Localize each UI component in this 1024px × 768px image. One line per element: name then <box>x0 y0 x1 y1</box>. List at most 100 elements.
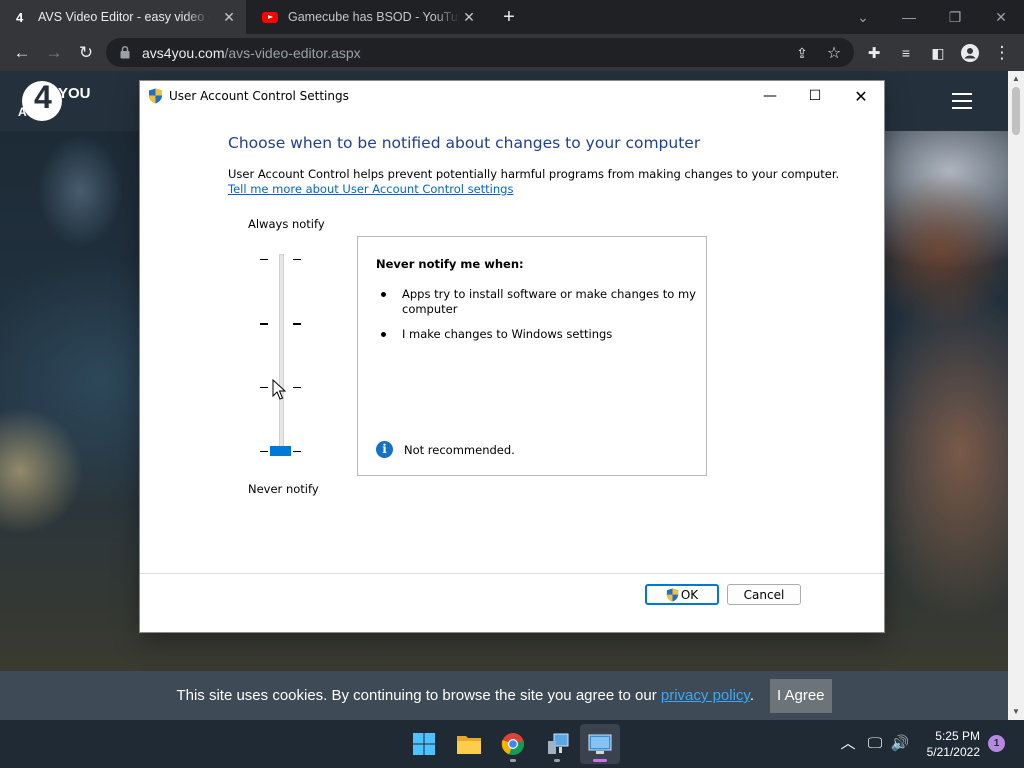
logo-text-avs: AVS <box>18 105 42 119</box>
cookie-banner: This site uses cookies. By continuing to… <box>0 671 1008 720</box>
info-icon: i <box>376 441 393 458</box>
scroll-down-icon[interactable]: ▼ <box>1012 707 1020 716</box>
close-tab-icon[interactable]: ✕ <box>462 10 476 24</box>
slider-tick <box>293 451 301 452</box>
ok-button[interactable]: OK <box>645 584 719 605</box>
agree-button[interactable]: I Agree <box>769 678 832 713</box>
page-scrollbar[interactable]: ▲ ▼ <box>1008 71 1024 720</box>
system-clock[interactable]: 5:25 PM 5/21/2022 <box>916 728 980 760</box>
tab-title: Gamecube has BSOD - YouTube <box>288 10 460 24</box>
url-host: avs4you.com <box>142 45 225 61</box>
tab-search-icon[interactable]: ⌄ <box>840 0 886 34</box>
dialog-title: User Account Control Settings <box>169 89 349 103</box>
show-hidden-icons-chevron-icon[interactable]: ︿ <box>838 734 858 754</box>
taskbar-file-explorer[interactable] <box>449 724 489 764</box>
taskbar-chrome[interactable] <box>493 724 533 764</box>
dialog-description: User Account Control helps prevent poten… <box>228 167 840 181</box>
chrome-icon <box>501 733 524 756</box>
dialog-titlebar[interactable]: User Account Control Settings — ☐ ✕ <box>140 81 884 111</box>
tab-avs-video-editor[interactable]: 4 AVS Video Editor - easy video editing … <box>0 0 246 34</box>
address-bar[interactable]: avs4you.com/avs-video-editor.aspx ⇪ ☆ <box>106 38 854 67</box>
slider-tick <box>293 387 301 388</box>
extensions-puzzle-icon[interactable]: ✚ <box>862 41 886 65</box>
hamburger-menu-icon[interactable] <box>952 93 972 109</box>
uac-settings-icon <box>588 734 612 754</box>
footer-divider <box>140 573 884 574</box>
tab-title: AVS Video Editor - easy video editing so… <box>38 10 210 24</box>
forward-arrow-icon[interactable]: → <box>42 41 66 65</box>
running-indicator <box>510 759 516 762</box>
slider-tick <box>260 451 268 452</box>
back-arrow-icon[interactable]: ← <box>10 41 34 65</box>
taskbar-control-panel[interactable] <box>537 724 577 764</box>
lock-icon <box>120 46 130 59</box>
panel-title: Never notify me when: <box>376 257 524 271</box>
close-icon[interactable]: ✕ <box>838 81 884 111</box>
maximize-icon[interactable]: ☐ <box>792 81 838 111</box>
uac-shield-icon <box>666 588 678 601</box>
close-window-icon[interactable]: ✕ <box>978 0 1024 34</box>
bookmark-star-icon[interactable]: ☆ <box>822 41 846 65</box>
panel-list: Apps try to install software or make cha… <box>376 287 696 352</box>
start-button[interactable] <box>404 724 444 764</box>
slider-thumb[interactable] <box>270 446 291 456</box>
slider-tick <box>260 387 268 388</box>
minimize-icon[interactable]: — <box>747 81 793 111</box>
active-indicator <box>593 759 607 762</box>
cookie-text: This site uses cookies. By continuing to… <box>176 687 754 704</box>
slider-tick <box>260 259 268 260</box>
profile-icon[interactable] <box>958 41 982 65</box>
scroll-thumb[interactable] <box>1012 87 1020 135</box>
browser-toolbar: ← → ↻ avs4you.com/avs-video-editor.aspx … <box>0 34 1024 71</box>
notification-badge[interactable]: 1 <box>988 735 1005 752</box>
ok-label: OK <box>680 587 699 602</box>
dialog-heading: Choose when to be notified about changes… <box>228 134 701 152</box>
start-icon <box>413 733 435 755</box>
recommendation-note: i Not recommended. <box>376 441 515 458</box>
url-text: avs4you.com/avs-video-editor.aspx <box>142 45 361 61</box>
list-item: Apps try to install software or make cha… <box>376 287 696 317</box>
slider-tick <box>293 323 301 325</box>
running-indicator <box>554 759 560 762</box>
network-icon[interactable]: 🖵 <box>865 734 885 754</box>
control-panel-icon <box>548 733 569 754</box>
minimize-icon[interactable]: — <box>886 0 932 34</box>
mouse-cursor-icon <box>272 379 286 400</box>
cookie-end: . <box>749 687 754 704</box>
slider-tick <box>260 323 268 325</box>
restore-icon[interactable]: ❐ <box>932 0 978 34</box>
logo-text-you: YOU <box>58 85 91 102</box>
cancel-button[interactable]: Cancel <box>727 584 801 605</box>
slider-bottom-label: Never notify <box>248 482 319 496</box>
level-description-panel: Never notify me when: Apps try to instal… <box>357 236 707 476</box>
privacy-policy-link[interactable]: privacy policy <box>661 687 750 704</box>
menu-kebab-icon[interactable]: ⋮ <box>990 41 1014 65</box>
notification-level-slider[interactable] <box>279 254 284 454</box>
note-text: Not recommended. <box>404 442 515 457</box>
reload-icon[interactable]: ↻ <box>74 41 98 65</box>
file-explorer-icon <box>457 736 481 754</box>
list-item: I make changes to Windows settings <box>376 327 696 342</box>
learn-more-link[interactable]: Tell me more about User Account Control … <box>228 182 513 196</box>
profile-avatar-icon <box>961 44 979 62</box>
tab-strip: 4 AVS Video Editor - easy video editing … <box>0 0 1024 34</box>
tab-youtube[interactable]: Gamecube has BSOD - YouTube ✕ <box>246 0 486 34</box>
close-tab-icon[interactable]: ✕ <box>222 10 236 24</box>
slider-top-label: Always notify <box>248 217 325 231</box>
slider-tick <box>293 259 301 260</box>
avs4you-logo[interactable]: 4 YOU AVS <box>18 79 91 125</box>
new-tab-button[interactable]: + <box>499 7 519 27</box>
share-icon[interactable]: ⇪ <box>790 41 814 65</box>
clock-date: 5/21/2022 <box>926 745 980 759</box>
clock-time: 5:25 PM <box>935 729 980 743</box>
media-control-icon[interactable]: ≡ <box>894 41 918 65</box>
volume-icon[interactable]: 🔊 <box>890 734 910 754</box>
windows-taskbar: ︿ 🖵 🔊 5:25 PM 5/21/2022 1 <box>0 720 1024 768</box>
side-panel-icon[interactable]: ◧ <box>926 41 950 65</box>
youtube-icon <box>262 11 278 23</box>
taskbar-uac-settings[interactable] <box>580 724 620 764</box>
avs-icon: 4 <box>16 10 24 25</box>
scroll-up-icon[interactable]: ▲ <box>1012 74 1020 83</box>
uac-shield-icon <box>149 88 162 104</box>
uac-settings-dialog: User Account Control Settings — ☐ ✕ Choo… <box>140 81 884 632</box>
